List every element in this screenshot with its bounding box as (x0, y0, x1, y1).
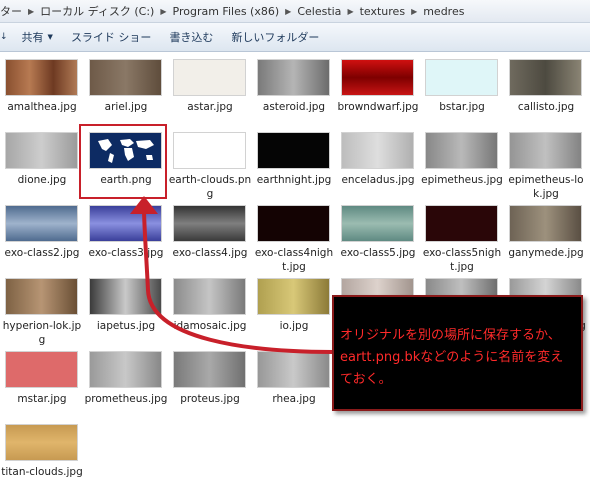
file-name: idamosaic.jpg (173, 320, 247, 332)
file-name: exo-class5night.jpg (422, 247, 502, 273)
file-thumbnail (173, 351, 246, 388)
file-name: asteroid.jpg (262, 101, 326, 113)
slideshow-label: スライド ショー (70, 31, 152, 44)
file-thumbnail (257, 278, 330, 315)
chevron-right-icon: ▶ (411, 6, 418, 16)
burn-label: 書き込む (169, 31, 214, 44)
file-thumbnail (509, 205, 582, 242)
file-name: hyperion-lok.jpg (2, 320, 82, 346)
command-bar: ↓ 共有 ▼ スライド ショー 書き込む 新しいフォルダー (0, 23, 590, 52)
chevron-right-icon: ▶ (285, 6, 292, 16)
organize-button[interactable]: ↓ (0, 32, 8, 42)
file-name: titan-clouds.jpg (1, 466, 83, 478)
file-thumbnail (5, 205, 78, 242)
breadcrumb-label: textures (359, 4, 406, 18)
file-thumbnail (173, 278, 246, 315)
file-thumbnail (89, 205, 162, 242)
file-name: proteus.jpg (180, 393, 240, 405)
file-thumbnail (341, 132, 414, 169)
share-label: 共有 (21, 31, 44, 44)
file-thumbnail (425, 132, 498, 169)
file-thumbnail (257, 351, 330, 388)
file-name: mstar.jpg (17, 393, 67, 405)
file-name: prometheus.jpg (84, 393, 168, 405)
burn-button[interactable]: 書き込む (169, 29, 213, 45)
file-thumbnail (425, 59, 498, 96)
file-thumbnail (173, 205, 246, 242)
file-thumbnail (173, 132, 246, 169)
file-grid: amalthea.jpg ariel.jpg astar.jpg asteroid.j… (0, 51, 590, 501)
annotation-box: オリジナルを別の場所に保存するか、eartt.png.bkなどのように名前を変え… (332, 295, 583, 411)
breadcrumb-label: Celestia (297, 4, 342, 18)
file-name: exo-class5.jpg (340, 247, 416, 259)
file-name: exo-class4night.jpg (254, 247, 334, 273)
file-name: epimetheus-lok.jpg (508, 174, 584, 200)
file-thumbnail (5, 132, 78, 169)
file-name: epimetheus.jpg (421, 174, 503, 186)
chevron-right-icon: ▶ (28, 6, 35, 16)
file-thumbnail (89, 351, 162, 388)
file-name: ariel.jpg (104, 101, 148, 113)
file-name: exo-class2.jpg (4, 247, 80, 259)
file-name: exo-class4.jpg (172, 247, 248, 259)
file-thumbnail (257, 205, 330, 242)
file-thumbnail (425, 205, 498, 242)
breadcrumb-computer[interactable]: ター ▶ (0, 3, 40, 19)
file-name: callisto.jpg (517, 101, 575, 113)
file-name: browndwarf.jpg (337, 101, 419, 113)
file-thumbnail (257, 59, 330, 96)
file-thumbnail (341, 205, 414, 242)
file-name: earthnight.jpg (256, 174, 332, 186)
file-thumbnail (509, 59, 582, 96)
file-thumbnail (89, 278, 162, 315)
new-folder-button[interactable]: 新しいフォルダー (231, 29, 319, 45)
file-name: exo-class3.jpg (88, 247, 164, 259)
new-folder-label: 新しいフォルダー (231, 31, 320, 44)
breadcrumb-local-disk[interactable]: ローカル ディスク (C:) ▶ (40, 3, 172, 19)
file-name: earth-clouds.png (168, 174, 252, 200)
chevron-right-icon: ▶ (160, 6, 167, 16)
file-name: enceladus.jpg (341, 174, 415, 186)
organize-arrow-icon: ↓ (0, 32, 8, 42)
file-name: dione.jpg (17, 174, 67, 186)
file-name: iapetus.jpg (96, 320, 156, 332)
breadcrumb-textures[interactable]: textures ▶ (360, 5, 424, 18)
share-button[interactable]: 共有 ▼ (22, 29, 53, 45)
file-name: ganymede.jpg (508, 247, 584, 259)
breadcrumb-medres[interactable]: medres (423, 5, 464, 18)
highlight-box (79, 124, 167, 199)
file-thumbnail (173, 59, 246, 96)
file-thumbnail (89, 59, 162, 96)
file-thumbnail (257, 132, 330, 169)
file-thumbnail (5, 59, 78, 96)
file-name: astar.jpg (187, 101, 233, 113)
chevron-down-icon: ▼ (47, 33, 53, 41)
address-bar[interactable]: ター ▶ ローカル ディスク (C:) ▶ Program Files (x86) ▶… (0, 0, 590, 23)
file-name: io.jpg (279, 320, 309, 332)
annotation-text: オリジナルを別の場所に保存するか、eartt.png.bkなどのように名前を変え… (340, 328, 564, 387)
file-thumbnail (5, 351, 78, 388)
breadcrumb-label: Program Files (x86) (172, 4, 280, 18)
file-thumbnail (5, 424, 78, 461)
file-thumbnail (509, 132, 582, 169)
breadcrumb-label: ター (0, 5, 22, 18)
file-name: rhea.jpg (272, 393, 316, 405)
file-name: bstar.jpg (439, 101, 485, 113)
breadcrumb-celestia[interactable]: Celestia ▶ (297, 5, 359, 18)
chevron-right-icon: ▶ (347, 6, 354, 16)
breadcrumb-label: ローカル ディスク (C:) (40, 5, 155, 18)
slideshow-button[interactable]: スライド ショー (71, 29, 152, 45)
breadcrumb-program-files[interactable]: Program Files (x86) ▶ (173, 5, 298, 18)
breadcrumb-label: medres (423, 4, 465, 18)
file-thumbnail (341, 59, 414, 96)
file-name: amalthea.jpg (7, 101, 77, 113)
file-thumbnail (5, 278, 78, 315)
